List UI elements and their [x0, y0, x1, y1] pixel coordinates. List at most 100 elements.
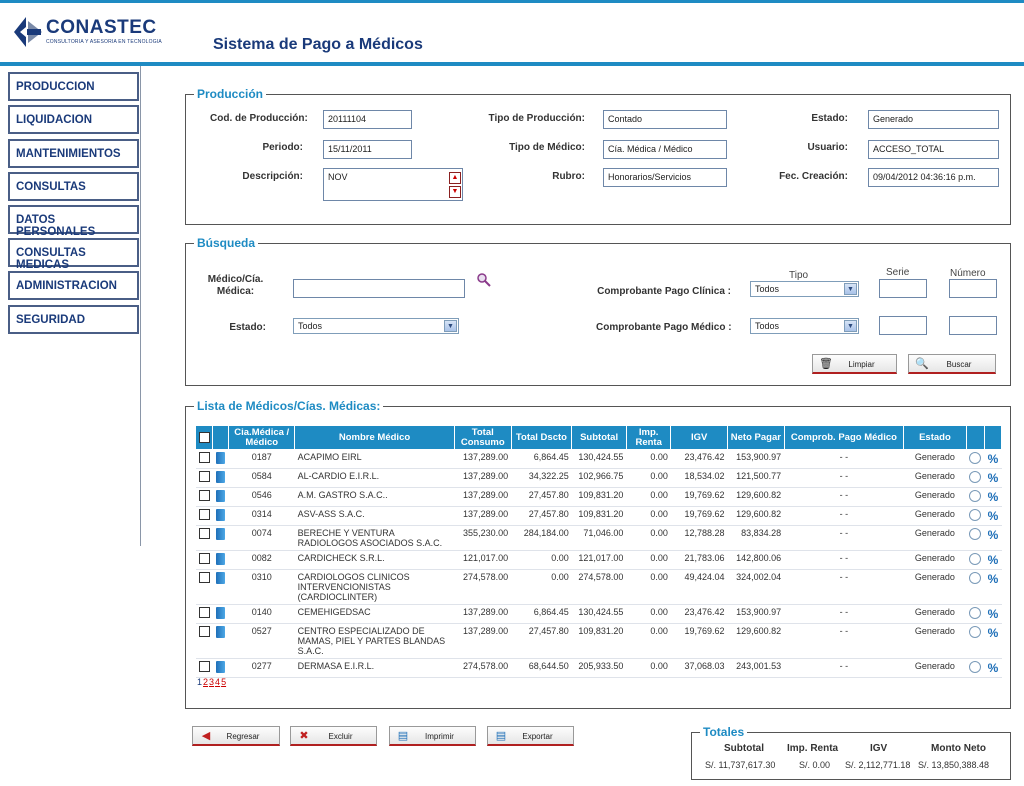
- col-imp-renta[interactable]: Imp. Renta: [625, 425, 672, 450]
- select-all-checkbox[interactable]: [198, 431, 210, 443]
- col-cia-medica[interactable]: Cia.Médica / Médico: [228, 425, 296, 450]
- scroll-up-icon[interactable]: ▲: [449, 172, 461, 184]
- col-subtotal[interactable]: Subtotal: [571, 425, 627, 450]
- view-detail-icon[interactable]: [969, 452, 982, 464]
- comp-clinica-serie-input[interactable]: [879, 279, 927, 298]
- sidebar-item-consultas[interactable]: CONSULTAS: [8, 172, 139, 201]
- row-checkbox[interactable]: [198, 572, 210, 584]
- comp-clinica-tipo-select[interactable]: Todos ▼: [750, 281, 859, 297]
- document-icon[interactable]: [216, 471, 226, 483]
- view-detail-icon[interactable]: [969, 626, 982, 638]
- table-row[interactable]: 0277 DERMASA E.I.R.L. 274,578.00 68,644.50 2…: [195, 658, 1002, 678]
- col-estado[interactable]: Estado: [903, 425, 967, 450]
- limpiar-button[interactable]: 🗑 Limpiar: [812, 354, 897, 374]
- row-checkbox[interactable]: [198, 490, 210, 502]
- page-link-2[interactable]: 2: [203, 677, 208, 687]
- descripcion-textarea[interactable]: NOV: [323, 168, 463, 201]
- row-checkbox[interactable]: [198, 626, 210, 638]
- tipo-produccion-field[interactable]: Contado: [603, 110, 727, 129]
- page-link-4[interactable]: 4: [215, 677, 220, 687]
- imprimir-button[interactable]: ▤ Imprimir: [389, 726, 476, 746]
- col-total-dscto[interactable]: Total Dscto: [510, 425, 573, 450]
- table-row[interactable]: 0310 CARDIOLOGOS CLINICOS INTERVENCIONIST…: [195, 569, 1002, 605]
- exportar-button[interactable]: ▤ Exportar: [487, 726, 574, 746]
- cod-produccion-field[interactable]: 20111104: [323, 110, 412, 129]
- document-icon[interactable]: [216, 509, 226, 521]
- row-checkbox[interactable]: [198, 661, 210, 673]
- view-detail-icon[interactable]: [969, 471, 982, 483]
- comp-clinica-numero-input[interactable]: [949, 279, 997, 298]
- fec-creacion-field[interactable]: 09/04/2012 04:36:16 p.m.: [868, 168, 999, 187]
- view-detail-icon[interactable]: [969, 661, 982, 673]
- percent-icon[interactable]: %: [988, 528, 999, 542]
- table-row[interactable]: 0140 CEMEHIGEDSAC 137,289.00 6,864.45 130,42…: [195, 604, 1002, 624]
- document-icon[interactable]: [216, 661, 226, 673]
- sidebar-item-datos-personales[interactable]: DATOS PERSONALES: [8, 205, 139, 238]
- table-row[interactable]: 0082 CARDICHECK S.R.L. 121,017.00 0.00 121,0…: [195, 550, 1002, 570]
- search-icon[interactable]: [476, 272, 492, 288]
- document-icon[interactable]: [216, 607, 226, 619]
- document-icon[interactable]: [216, 553, 226, 565]
- percent-icon[interactable]: %: [988, 661, 999, 675]
- page-link-3[interactable]: 3: [209, 677, 214, 687]
- table-row[interactable]: 0187 ACAPIMO EIRL 137,289.00 6,864.45 130,42…: [195, 449, 1002, 469]
- sidebar-item-seguridad[interactable]: SEGURIDAD: [8, 305, 139, 334]
- periodo-field[interactable]: 15/11/2011: [323, 140, 412, 159]
- percent-icon[interactable]: %: [988, 626, 999, 640]
- view-detail-icon[interactable]: [969, 607, 982, 619]
- sidebar-item-administracion[interactable]: ADMINISTRACION: [8, 271, 139, 300]
- col-comprob-pago[interactable]: Comprob. Pago Médico: [783, 425, 905, 450]
- sidebar-item-mantenimientos[interactable]: MANTENIMIENTOS: [8, 139, 139, 168]
- percent-icon[interactable]: %: [988, 490, 999, 504]
- row-checkbox[interactable]: [198, 509, 210, 521]
- document-icon[interactable]: [216, 626, 226, 638]
- col-igv[interactable]: IGV: [670, 425, 729, 450]
- row-checkbox[interactable]: [198, 528, 210, 540]
- regresar-button[interactable]: ◀ Regresar: [192, 726, 280, 746]
- col-nombre-medico[interactable]: Nombre Médico: [294, 425, 455, 450]
- tipo-medico-field[interactable]: Cía. Médica / Médico: [603, 140, 727, 159]
- view-detail-icon[interactable]: [969, 528, 982, 540]
- sidebar-item-liquidacion[interactable]: LIQUIDACION: [8, 105, 139, 134]
- percent-icon[interactable]: %: [988, 471, 999, 485]
- sidebar-item-produccion[interactable]: PRODUCCION: [8, 72, 139, 101]
- document-icon[interactable]: [216, 452, 226, 464]
- table-row[interactable]: 0527 CENTRO ESPECIALIZADO DE MAMAS, PIEL …: [195, 623, 1002, 659]
- busqueda-estado-select[interactable]: Todos ▼: [293, 318, 459, 334]
- document-icon[interactable]: [216, 528, 226, 540]
- comp-medico-tipo-select[interactable]: Todos ▼: [750, 318, 859, 334]
- row-checkbox[interactable]: [198, 553, 210, 565]
- rubro-field[interactable]: Honorarios/Servicios: [603, 168, 727, 187]
- table-row[interactable]: 0546 A.M. GASTRO S.A.C.. 137,289.00 27,457.…: [195, 487, 1002, 507]
- percent-icon[interactable]: %: [988, 607, 999, 621]
- col-neto-pagar[interactable]: Neto Pagar: [727, 425, 785, 450]
- view-detail-icon[interactable]: [969, 553, 982, 565]
- table-row[interactable]: 0074 BERECHE Y VENTURA RADIOLOGOS ASOCIAD…: [195, 525, 1002, 551]
- medico-search-input[interactable]: [293, 279, 465, 298]
- table-row[interactable]: 0584 AL-CARDIO E.I.R.L. 137,289.00 34,322.2…: [195, 468, 1002, 488]
- view-detail-icon[interactable]: [969, 572, 982, 584]
- document-icon[interactable]: [216, 490, 226, 502]
- row-checkbox[interactable]: [198, 452, 210, 464]
- comp-medico-numero-input[interactable]: [949, 316, 997, 335]
- percent-icon[interactable]: %: [988, 572, 999, 586]
- sidebar-item-consultas-medicas[interactable]: CONSULTAS MEDICAS: [8, 238, 139, 271]
- page-link-5[interactable]: 5: [221, 677, 226, 687]
- usuario-field[interactable]: ACCESO_TOTAL: [868, 140, 999, 159]
- row-checkbox[interactable]: [198, 471, 210, 483]
- comp-medico-serie-input[interactable]: [879, 316, 927, 335]
- percent-icon[interactable]: %: [988, 553, 999, 567]
- document-icon[interactable]: [216, 572, 226, 584]
- scroll-down-icon[interactable]: ▼: [449, 186, 461, 198]
- estado-field[interactable]: Generado: [868, 110, 999, 129]
- percent-icon[interactable]: %: [988, 509, 999, 523]
- excluir-button[interactable]: ✖ Excluir: [290, 726, 377, 746]
- buscar-button[interactable]: 🔍 Buscar: [908, 354, 996, 374]
- page-link-1[interactable]: 1: [197, 677, 202, 687]
- view-detail-icon[interactable]: [969, 509, 982, 521]
- view-detail-icon[interactable]: [969, 490, 982, 502]
- table-row[interactable]: 0314 ASV-ASS S.A.C. 137,289.00 27,457.80 109…: [195, 506, 1002, 526]
- percent-icon[interactable]: %: [988, 452, 999, 466]
- row-checkbox[interactable]: [198, 607, 210, 619]
- col-total-consumo[interactable]: Total Consumo: [453, 425, 512, 450]
